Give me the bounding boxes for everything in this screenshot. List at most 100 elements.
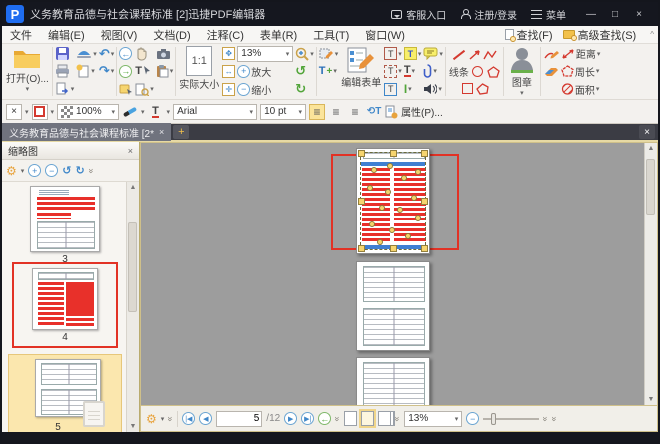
text-box-button[interactable]: T▾ <box>384 45 402 62</box>
thumbnail-options-button[interactable]: ⚙ <box>6 164 17 178</box>
print-button[interactable] <box>55 63 75 80</box>
rotate-cw-button[interactable]: ↻ <box>295 81 314 98</box>
insert-text-button[interactable]: I▾ <box>404 81 422 98</box>
menu-document[interactable]: 文档(D) <box>145 27 198 43</box>
document-tab[interactable]: 义务教育品德与社会课程标准 [2* × <box>2 123 171 141</box>
customer-service-button[interactable]: 客服入口 <box>391 7 446 22</box>
panel-close-icon[interactable]: × <box>128 146 133 156</box>
first-page-button[interactable]: |◀ <box>182 412 195 425</box>
highlight-text-button[interactable]: T▾ <box>404 45 422 62</box>
fit-width-button[interactable]: ↔ <box>222 63 235 80</box>
prev-page-button[interactable]: ◀ <box>199 412 212 425</box>
font-size-combo[interactable]: 10 pt ▾ <box>260 104 306 120</box>
stamp-button[interactable]: 图章 ▾ <box>505 45 539 98</box>
selection-handle[interactable] <box>358 198 365 205</box>
menu-view[interactable]: 视图(V) <box>93 27 146 43</box>
border-color-picker[interactable] <box>32 104 48 120</box>
collapse-ribbon-icon[interactable]: ^ <box>650 30 654 39</box>
zoom-slider-knob[interactable] <box>491 413 496 425</box>
next-page-button[interactable]: ▶ <box>284 412 297 425</box>
arrow-tool[interactable] <box>468 49 482 61</box>
pencil-tool[interactable] <box>543 45 559 62</box>
text-color-button[interactable]: T <box>148 104 164 120</box>
text-rotate-button[interactable]: T <box>384 81 402 98</box>
select-object-button[interactable] <box>119 81 133 98</box>
selection-handle[interactable] <box>390 150 397 157</box>
thumbnail-rotate-cw-button[interactable]: ↻ <box>76 164 85 177</box>
polyline-tool[interactable] <box>483 49 497 61</box>
hand-tool-button[interactable] <box>135 45 154 62</box>
sound-comment-button[interactable]: ▾ <box>423 81 443 98</box>
status-options-button[interactable]: ⚙ <box>146 412 157 426</box>
history-forward-button[interactable]: → <box>119 63 133 80</box>
last-page-button[interactable]: ▶| <box>301 412 314 425</box>
two-page-view-button[interactable] <box>378 411 391 426</box>
menu-window[interactable]: 窗口(W) <box>357 27 413 43</box>
document-canvas[interactable]: ▲ ▼ <box>141 143 657 405</box>
text-field-button[interactable]: T▾ <box>384 63 402 80</box>
page-number-input[interactable] <box>216 411 262 427</box>
status-zoom-out-button[interactable]: − <box>466 412 479 425</box>
zoom-slider[interactable] <box>483 418 539 420</box>
maximize-button[interactable]: □ <box>604 5 626 23</box>
line-tool[interactable] <box>451 47 467 63</box>
open-button[interactable]: 打开(O)... ▾ <box>4 45 51 98</box>
save-button[interactable] <box>55 45 75 62</box>
history-back-button[interactable]: ← <box>119 45 133 62</box>
tabbar-close-button[interactable]: × <box>639 125 655 139</box>
page-5[interactable] <box>356 261 430 351</box>
align-left-button[interactable]: ≡ <box>309 104 325 120</box>
thumbnail-scrollbar-thumb[interactable] <box>128 222 137 312</box>
actual-size-button[interactable]: 1:1 实际大小 <box>177 45 221 98</box>
pentagon-tool[interactable] <box>487 66 500 78</box>
menu-comment[interactable]: 注释(C) <box>199 27 252 43</box>
advanced-find-button[interactable]: 高级查找(S) <box>563 27 637 43</box>
thumbnail-page-3[interactable]: 3 <box>30 186 100 265</box>
canvas-scrollbar-thumb[interactable] <box>646 159 655 215</box>
edit-object-button[interactable]: ▾ <box>319 45 339 62</box>
zoom-combo[interactable]: 13% ▾ <box>237 46 293 62</box>
align-center-button[interactable]: ≡ <box>328 104 344 120</box>
edit-form-button[interactable]: 编辑表单 <box>339 45 383 98</box>
new-tab-button[interactable]: + <box>173 125 189 139</box>
menu-form[interactable]: 表单(R) <box>252 27 305 43</box>
rotate-ccw-button[interactable]: ↺ <box>295 63 314 80</box>
properties-button[interactable]: 属性(P)... <box>385 104 443 119</box>
panel-more-icon[interactable]: » <box>86 168 96 173</box>
close-button[interactable]: × <box>628 5 650 23</box>
align-right-button[interactable]: ≡ <box>347 104 363 120</box>
circle-tool[interactable] <box>470 64 486 80</box>
page-4[interactable] <box>356 148 430 254</box>
zoom-in-button[interactable]: + 放大 <box>237 63 293 80</box>
menu-button[interactable]: 菜单 <box>531 7 566 22</box>
find-button[interactable]: 查找(F) <box>505 27 553 43</box>
fit-visible-button[interactable]: ✛ <box>222 81 235 98</box>
status-more-icon[interactable]: » <box>166 416 176 421</box>
line-style-button[interactable] <box>122 104 138 120</box>
measure-distance-button[interactable]: 距离▾ <box>561 45 601 62</box>
add-text-button[interactable]: T + ▾ <box>319 63 339 80</box>
menu-tools[interactable]: 工具(T) <box>305 27 357 43</box>
status-zoom-combo[interactable]: 13% ▾ <box>404 411 462 427</box>
selection-handle[interactable] <box>358 150 365 157</box>
undo-button[interactable]: ↶▾ <box>99 45 114 62</box>
find-document-button[interactable]: ▾ <box>135 81 154 98</box>
fill-color-none[interactable]: × <box>6 104 22 120</box>
scan-button[interactable]: ▾ <box>76 45 97 62</box>
polygon-tool[interactable] <box>476 83 489 95</box>
tab-close-icon[interactable]: × <box>159 127 164 137</box>
continuous-view-button[interactable] <box>361 411 374 426</box>
selection-handle[interactable] <box>421 198 428 205</box>
text-direction-button[interactable]: ⟲T <box>366 104 382 120</box>
eraser-tool[interactable] <box>543 63 559 80</box>
thumbnail-zoom-out-button[interactable]: − <box>45 164 58 177</box>
measure-area-button[interactable]: 面积▾ <box>561 81 601 98</box>
single-page-view-button[interactable] <box>344 411 357 426</box>
snapshot-button[interactable] <box>156 45 174 62</box>
note-comment-button[interactable]: ▾ <box>423 45 443 62</box>
thumbnail-rotate-ccw-button[interactable]: ↺ <box>62 164 71 177</box>
previous-view-button[interactable]: ← <box>318 412 331 425</box>
menu-edit[interactable]: 编辑(E) <box>40 27 93 43</box>
selection-handle[interactable] <box>421 150 428 157</box>
thumbnail-zoom-in-button[interactable]: + <box>28 164 41 177</box>
